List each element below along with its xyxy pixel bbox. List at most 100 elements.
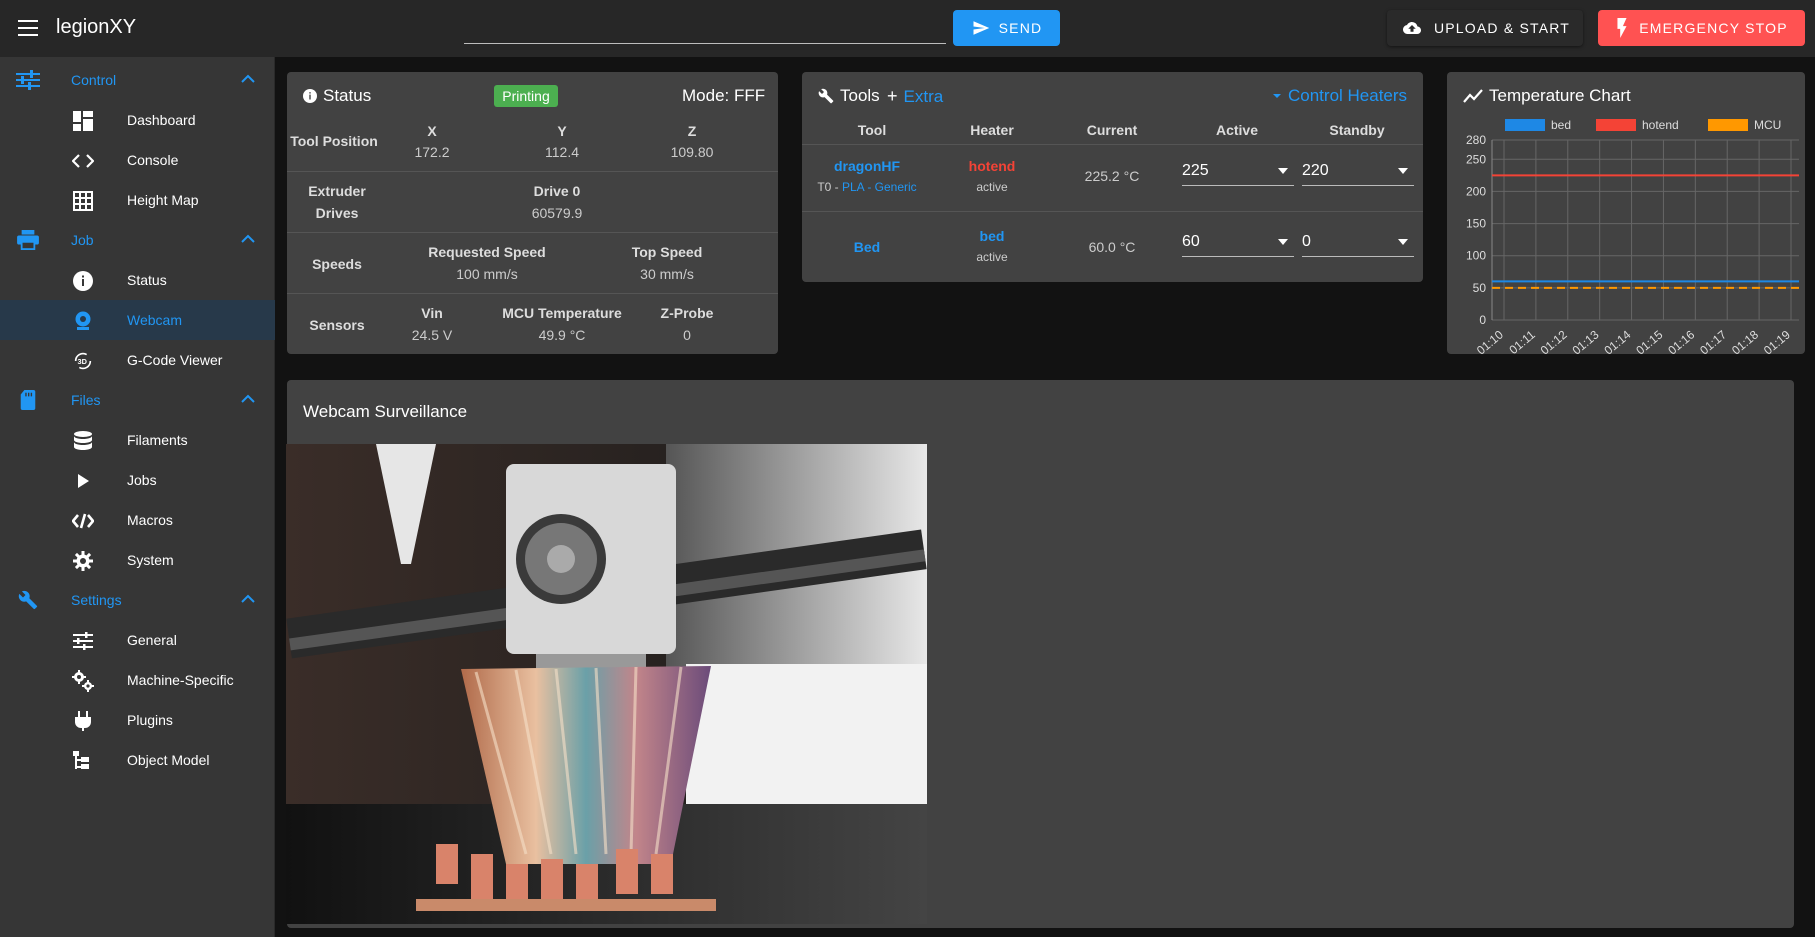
divider [287, 171, 778, 172]
extra-label: Extra [903, 86, 944, 106]
code-icon [72, 150, 94, 172]
mcu-temperature-label: MCU Temperature [502, 305, 622, 321]
sidebar-item-filaments[interactable]: Filaments [0, 420, 275, 460]
axis-x-value: 172.2 [414, 144, 450, 160]
current-temperature: 60.0 °C [1088, 239, 1136, 255]
standby-temperature-value: 220 [1302, 162, 1329, 179]
tune-icon [72, 630, 94, 652]
code-braces-icon [72, 510, 94, 532]
control-heaters-label: Control Heaters [1288, 86, 1408, 105]
nav-group-control[interactable]: Control [0, 60, 275, 100]
tool-filament: T0 - PLA - Generic [802, 180, 932, 194]
sidebar-item-system[interactable]: System [0, 540, 275, 580]
tools-title: Tools [818, 86, 880, 106]
speeds-label: Speeds [312, 256, 362, 272]
status-panel: Status Mode: FFF Tool Position X 172.2 Y… [287, 72, 778, 354]
upload-start-label: UPLOAD & START [1433, 20, 1571, 36]
drive-value: 60579.9 [531, 205, 583, 221]
nav-group-label: Control [71, 72, 117, 88]
emergency-stop-button[interactable]: EMERGENCY STOP [1598, 10, 1805, 46]
filament-link[interactable]: PLA - Generic [842, 180, 917, 194]
mcu-temperature-value: 49.9 °C [538, 327, 586, 343]
axis-x-label: X [427, 123, 437, 139]
x-tick-label: 01:19 [1761, 327, 1793, 354]
sidebar-item-webcam[interactable]: Webcam [0, 300, 275, 340]
drive-name: Drive 0 [533, 183, 581, 199]
sidebar-item-console[interactable]: Console [0, 140, 275, 180]
printing-status-badge: Printing [494, 85, 558, 107]
divider [287, 293, 778, 294]
column-header-active: Active [1215, 122, 1259, 138]
upload-start-button[interactable]: UPLOAD & START [1387, 10, 1583, 46]
control-heaters-menu[interactable]: Control Heaters [1272, 86, 1407, 106]
sidebar-item-plugins[interactable]: Plugins [0, 700, 275, 740]
sidebar-item-status[interactable]: Status [0, 260, 275, 300]
grid-icon [72, 190, 94, 212]
standby-temperature-value: 0 [1302, 233, 1311, 250]
power-plug-icon [72, 710, 94, 732]
zprobe-value: 0 [683, 327, 691, 343]
sidebar-item-general[interactable]: General [0, 620, 275, 660]
sidebar-item-label: System [127, 552, 174, 568]
axis-y-value: 112.4 [545, 144, 579, 160]
legend-label: bed [1551, 118, 1571, 132]
heater-bed-link[interactable]: bed [942, 228, 1042, 244]
database-icon [72, 430, 94, 452]
gcode-command-input[interactable] [464, 14, 946, 44]
sd-card-icon [20, 390, 36, 410]
sidebar-item-object-model[interactable]: Object Model [0, 740, 275, 780]
sidebar-item-height-map[interactable]: Height Map [0, 180, 275, 220]
drives-label: Drives [315, 205, 359, 221]
axis-z-value: 109.80 [670, 144, 714, 160]
sidebar-item-dashboard[interactable]: Dashboard [0, 100, 275, 140]
active-temperature-select[interactable]: 225 [1182, 154, 1294, 186]
sidebar-item-label: General [127, 632, 177, 648]
x-tick-label: 01:11 [1506, 327, 1538, 354]
standby-temperature-select[interactable]: 0 [1302, 225, 1414, 257]
extra-toggle[interactable]: + Extra [887, 86, 943, 107]
tool-name-link[interactable]: dragonHF [802, 158, 932, 174]
cogs-icon [72, 670, 94, 692]
sidebar-item-label: Webcam [127, 312, 182, 328]
heater-hotend-link[interactable]: hotend [942, 158, 1042, 174]
webcam-title: Webcam Surveillance [303, 402, 468, 421]
y-tick-label: 0 [1479, 313, 1486, 327]
x-tick-label: 01:14 [1601, 327, 1633, 354]
plus-icon: + [887, 86, 898, 106]
x-tick-label: 01:16 [1665, 327, 1697, 354]
active-temperature-select[interactable]: 60 [1182, 225, 1294, 257]
webcam-icon [72, 310, 94, 332]
bed-link[interactable]: Bed [802, 239, 932, 255]
standby-temperature-select[interactable]: 220 [1302, 154, 1414, 186]
file-tree-icon [72, 750, 94, 772]
sidebar-item-jobs[interactable]: Jobs [0, 460, 275, 500]
vin-label: Vin [421, 305, 443, 321]
y-tick-label: 50 [1473, 281, 1487, 295]
sidebar-item-macros[interactable]: Macros [0, 500, 275, 540]
emergency-stop-label: EMERGENCY STOP [1639, 20, 1788, 36]
dashboard-icon [72, 110, 94, 132]
y-tick-label: 250 [1466, 152, 1486, 166]
status-title-label: Status [323, 86, 372, 105]
nav-group-settings[interactable]: Settings [0, 580, 275, 620]
send-label: SEND [998, 20, 1043, 36]
chevron-up-icon [241, 394, 255, 403]
x-tick-label: 01:18 [1729, 327, 1761, 354]
send-button[interactable]: SEND [953, 10, 1060, 46]
nav-group-files[interactable]: Files [0, 380, 275, 420]
flash-icon [1617, 18, 1627, 38]
y-tick-label: 280 [1466, 133, 1486, 147]
tool-number: T0 - [817, 180, 842, 194]
menu-icon[interactable] [18, 20, 38, 36]
nav-group-job[interactable]: Job [0, 220, 275, 260]
legend-label: hotend [1642, 118, 1679, 132]
column-header-tool: Tool [857, 122, 887, 138]
active-temperature-value: 225 [1182, 162, 1209, 179]
app-title: legionXY [56, 16, 137, 38]
gear-icon [72, 550, 94, 572]
requested-speed-value: 100 mm/s [456, 266, 518, 282]
play-icon [72, 470, 94, 492]
sidebar-item-machine-specific[interactable]: Machine-Specific [0, 660, 275, 700]
tools-panel: Tools + Extra Control Heaters Tool Heate… [802, 72, 1423, 282]
sidebar-item-gcode-viewer[interactable]: 3D G-Code Viewer [0, 340, 275, 380]
